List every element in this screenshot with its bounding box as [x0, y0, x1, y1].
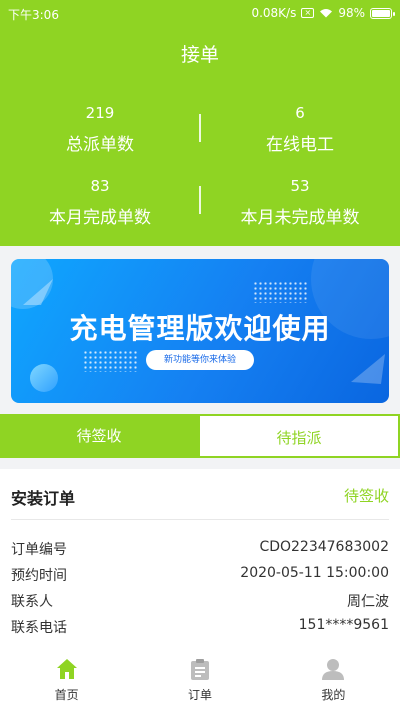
field-value: 2020-05-11 15:00:00	[240, 565, 389, 581]
nav-home[interactable]: 首页	[0, 649, 133, 711]
order-status: 待签收	[343, 487, 389, 505]
order-card[interactable]: 安装订单 待签收 订单编号 CDO22347683002 预约时间 2020-0…	[0, 469, 400, 649]
status-indicators: 0.08K/s × 98%	[251, 6, 395, 20]
user-icon	[322, 659, 345, 680]
tab-pending-sign[interactable]: 待签收	[0, 414, 198, 458]
stat-month-uncompleted: 53 本月未完成单数	[200, 177, 400, 228]
banner-dot-pattern	[83, 350, 139, 372]
stat-value: 83	[90, 177, 110, 195]
field-label: 订单编号	[11, 542, 67, 558]
nav-orders[interactable]: 订单	[133, 649, 266, 711]
battery-percent: 98%	[338, 6, 365, 20]
banner-triangle-shape	[351, 354, 385, 384]
network-speed: 0.08K/s	[251, 6, 297, 20]
wifi-icon	[320, 9, 333, 18]
stat-value: 6	[295, 104, 305, 122]
order-row-number: 订单编号 CDO22347683002	[11, 539, 389, 563]
field-label: 联系人	[11, 594, 53, 610]
stat-value: 219	[85, 104, 115, 122]
banner-bubble-shape	[30, 364, 58, 392]
field-label: 联系电话	[11, 620, 67, 636]
sim-icon: ×	[301, 8, 315, 18]
order-title: 安装订单	[11, 489, 76, 508]
field-value: 周仁波	[347, 594, 389, 610]
stat-online-electricians: 6 在线电工	[200, 104, 400, 155]
battery-icon	[370, 7, 395, 19]
header: 下午3:06 0.08K/s × 98% 接单 219 总派单数 6 在线电工 …	[0, 0, 400, 246]
stat-label: 本月完成单数	[49, 208, 151, 228]
status-bar: 下午3:06 0.08K/s × 98%	[0, 0, 400, 28]
stat-month-completed: 83 本月完成单数	[0, 177, 200, 228]
field-value: CDO22347683002	[259, 539, 389, 555]
status-time: 下午3:06	[8, 8, 59, 22]
page-title: 接单	[180, 44, 219, 66]
stat-label: 在线电工	[266, 135, 334, 155]
field-label: 预约时间	[11, 568, 67, 584]
stat-label: 总派单数	[66, 135, 134, 155]
stat-label: 本月未完成单数	[240, 208, 360, 228]
banner-title: 充电管理版欢迎使用	[69, 312, 331, 345]
banner-triangle-shape	[23, 279, 53, 305]
home-icon	[56, 659, 77, 679]
order-row-phone: 联系电话 151****9561	[11, 617, 389, 641]
clipboard-icon	[190, 659, 209, 680]
order-divider	[11, 519, 389, 520]
nav-label: 首页	[54, 688, 79, 702]
banner-dot-pattern	[253, 281, 309, 303]
nav-profile[interactable]: 我的	[267, 649, 400, 711]
nav-label: 订单	[187, 688, 212, 702]
field-value: 151****9561	[298, 617, 389, 633]
nav-label: 我的	[321, 688, 346, 702]
tab-pending-assign[interactable]: 待指派	[198, 414, 400, 458]
welcome-banner[interactable]: 充电管理版欢迎使用 新功能等你来体验	[11, 259, 389, 403]
order-row-time: 预约时间 2020-05-11 15:00:00	[11, 565, 389, 589]
order-row-contact: 联系人 周仁波	[11, 591, 389, 615]
stat-value: 53	[290, 177, 310, 195]
bottom-nav: 首页 订单 我的	[0, 649, 400, 711]
banner-feature-pill[interactable]: 新功能等你来体验	[146, 350, 254, 370]
order-tabs: 待签收 待指派	[0, 414, 400, 458]
stat-total-dispatched: 219 总派单数	[0, 104, 200, 155]
